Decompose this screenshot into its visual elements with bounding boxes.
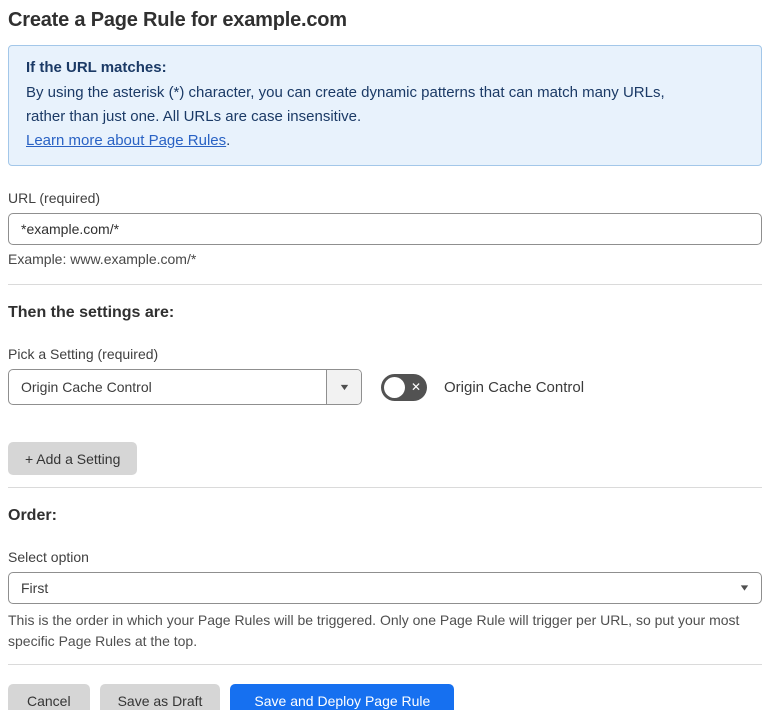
url-match-info-box: If the URL matches: By using the asteris… (8, 45, 762, 166)
pick-setting-label: Pick a Setting (required) (8, 346, 159, 362)
save-and-deploy-button[interactable]: Save and Deploy Page Rule (230, 684, 455, 710)
order-select-value: First (21, 580, 49, 596)
caret-down-icon: ▼ (738, 582, 751, 593)
footer-actions: Cancel Save as Draft Save and Deploy Pag… (8, 684, 762, 710)
info-box-body: By using the asterisk (*) character, you… (26, 84, 665, 125)
settings-section-heading: Then the settings are: (8, 304, 175, 321)
url-example-hint: Example: www.example.com/* (8, 251, 197, 267)
order-select-label: Select option (8, 549, 89, 565)
page-title: Create a Page Rule for example.com (8, 9, 347, 31)
learn-more-link[interactable]: Learn more about Page Rules (26, 132, 226, 149)
toggle-label: Origin Cache Control (444, 378, 585, 396)
setting-select-caret-button[interactable]: ▼ (326, 370, 361, 404)
setting-select[interactable]: Origin Cache Control ▼ (8, 369, 362, 405)
cancel-button[interactable]: Cancel (8, 684, 90, 710)
setting-select-value: Origin Cache Control (21, 379, 152, 395)
caret-down-icon: ▼ (337, 381, 351, 392)
divider (8, 664, 762, 665)
toggle-knob (384, 376, 405, 398)
url-field-label: URL (required) (8, 190, 101, 206)
link-suffix: . (226, 132, 231, 149)
order-help-text: This is the order in which your Page Rul… (8, 612, 740, 649)
save-as-draft-button[interactable]: Save as Draft (99, 684, 221, 710)
info-link-line: Learn more about Page Rules. (26, 129, 744, 153)
setting-row: Origin Cache Control ▼ ✕ Origin Cache Co… (8, 369, 762, 405)
url-input[interactable] (8, 213, 762, 245)
info-box-heading: If the URL matches: (26, 59, 167, 76)
order-section-heading: Order: (8, 507, 57, 524)
divider (8, 487, 762, 488)
toggle-off-icon: ✕ (410, 379, 421, 394)
create-page-rule-panel: Create a Page Rule for example.com If th… (0, 0, 770, 710)
add-setting-button[interactable]: + Add a Setting (8, 442, 138, 475)
divider (8, 284, 762, 285)
origin-cache-control-toggle[interactable]: ✕ (381, 373, 427, 401)
order-select[interactable]: First ▼ (8, 572, 762, 604)
